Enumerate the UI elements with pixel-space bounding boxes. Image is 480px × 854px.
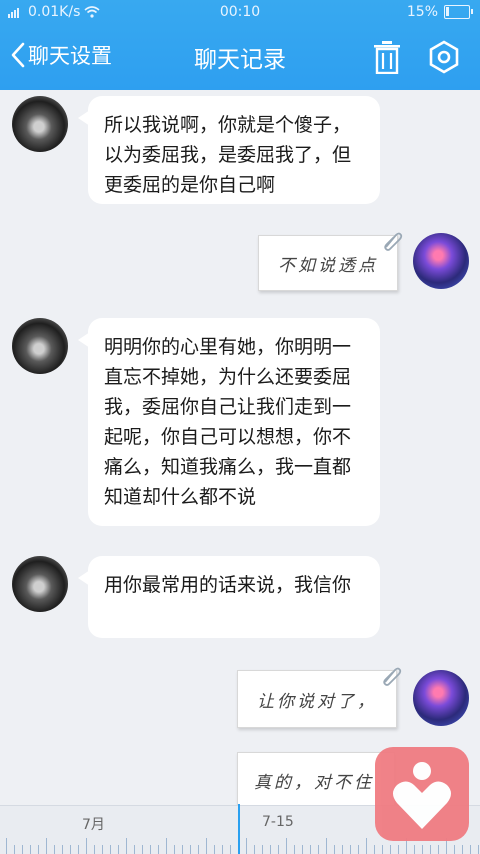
- message-text: 真的，对不住: [254, 772, 374, 793]
- timeline-tick: [286, 838, 287, 854]
- timeline-label-month: 7月: [82, 817, 105, 833]
- timeline-tick: [86, 838, 87, 854]
- trash-icon[interactable]: [372, 40, 402, 74]
- timeline-tick: [206, 838, 207, 854]
- timeline-tick: [366, 838, 367, 854]
- message-bubble-received[interactable]: 用你最常用的话来说，我信你: [78, 556, 380, 638]
- timeline-cursor[interactable]: [238, 804, 240, 854]
- message-note-sent[interactable]: 真的，对不住: [237, 752, 395, 808]
- status-bar: 0.01K/s 00:10 15%: [0, 0, 480, 26]
- battery-percent: 15%: [406, 4, 438, 20]
- message-text: 让你说对了，: [257, 691, 377, 712]
- message-text: 不如说透点: [278, 255, 378, 276]
- status-right: 15%: [406, 4, 473, 20]
- message-note-sent[interactable]: 不如说透点: [258, 232, 403, 291]
- message-text: 所以我说啊，你就是个傻子，以为委屈我，是委屈我了，但更委屈的是你自己啊: [104, 114, 352, 196]
- contact-avatar[interactable]: [12, 556, 68, 612]
- timeline-tick: [6, 838, 7, 854]
- heart-person-icon: [393, 762, 451, 829]
- message-bubble-received[interactable]: 明明你的心里有她，你明明一直忘不掉她，为什么还要委屈我，委屈你自己让我们走到一起…: [78, 318, 380, 526]
- contact-avatar[interactable]: [12, 318, 68, 374]
- timeline-tick: [326, 838, 327, 854]
- user-avatar[interactable]: [413, 233, 469, 289]
- timeline-tick: [46, 838, 47, 854]
- paperclip-icon: [383, 667, 402, 686]
- message-text: 明明你的心里有她，你明明一直忘不掉她，为什么还要委屈我，委屈你自己让我们走到一起…: [104, 336, 352, 508]
- timeline-label-date: 7-15: [262, 814, 294, 830]
- contact-avatar[interactable]: [12, 96, 68, 152]
- nav-bar: 聊天设置 聊天记录: [0, 28, 480, 88]
- battery-icon: [444, 5, 473, 19]
- timeline-tick: [126, 838, 127, 854]
- battery-level: [446, 7, 449, 16]
- timeline-tick: [246, 838, 247, 854]
- timeline-tick: [166, 838, 167, 854]
- floating-app-button[interactable]: [375, 747, 469, 841]
- message-note-sent[interactable]: 让你说对了，: [237, 667, 402, 728]
- page-title: 聊天记录: [194, 47, 286, 73]
- app-header: 0.01K/s 00:10 15% 聊天设置 聊天记录: [0, 0, 480, 90]
- settings-icon[interactable]: [428, 40, 460, 74]
- message-text: 用你最常用的话来说，我信你: [104, 574, 352, 596]
- message-bubble-received[interactable]: 所以我说啊，你就是个傻子，以为委屈我，是委屈我了，但更委屈的是你自己啊: [78, 96, 380, 204]
- paperclip-icon: [384, 232, 403, 251]
- user-avatar[interactable]: [413, 670, 469, 726]
